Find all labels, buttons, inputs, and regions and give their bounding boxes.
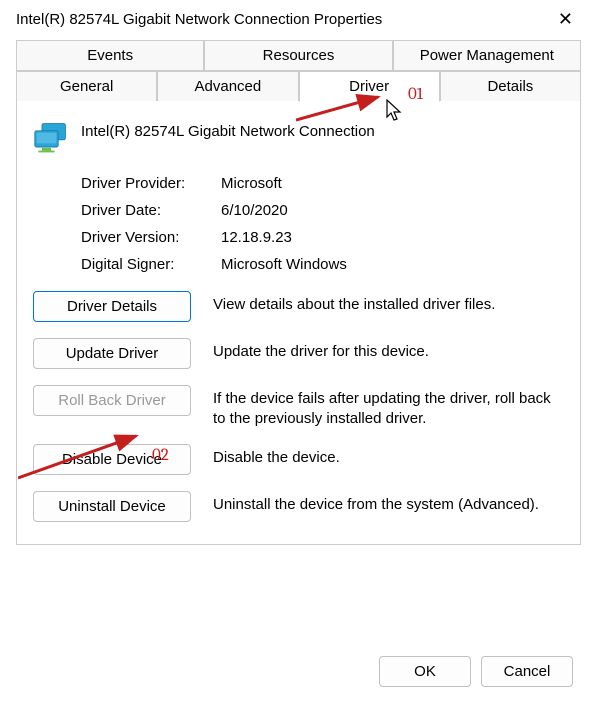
driver-provider-label: Driver Provider: [81,175,221,192]
tab-power-management[interactable]: Power Management [393,40,581,70]
roll-back-driver-desc: If the device fails after updating the d… [213,385,564,428]
tab-resources[interactable]: Resources [204,40,392,70]
close-icon[interactable]: ✕ [550,10,581,28]
uninstall-device-button[interactable]: Uninstall Device [33,491,191,522]
update-driver-button[interactable]: Update Driver [33,338,191,369]
driver-provider-value: Microsoft [221,175,282,192]
tab-general[interactable]: General [16,71,157,101]
driver-version-label: Driver Version: [81,229,221,246]
network-adapter-icon [33,123,69,153]
tab-details[interactable]: Details [440,71,581,101]
ok-button[interactable]: OK [379,656,471,687]
tab-driver[interactable]: Driver [299,71,440,102]
driver-details-desc: View details about the installed driver … [213,291,564,315]
digital-signer-value: Microsoft Windows [221,256,347,273]
driver-date-label: Driver Date: [81,202,221,219]
driver-details-button[interactable]: Driver Details [33,291,191,322]
disable-device-desc: Disable the device. [213,444,564,468]
disable-device-button[interactable]: Disable Device [33,444,191,475]
tab-panel-driver: Intel(R) 82574L Gigabit Network Connecti… [16,101,581,545]
update-driver-desc: Update the driver for this device. [213,338,564,362]
cancel-button[interactable]: Cancel [481,656,573,687]
tab-events[interactable]: Events [16,40,204,70]
tabs-container: Events Resources Power Management Genera… [16,40,581,545]
driver-version-value: 12.18.9.23 [221,229,292,246]
window-title: Intel(R) 82574L Gigabit Network Connecti… [16,11,382,28]
tab-advanced[interactable]: Advanced [157,71,298,101]
uninstall-device-desc: Uninstall the device from the system (Ad… [213,491,564,515]
driver-date-value: 6/10/2020 [221,202,288,219]
digital-signer-label: Digital Signer: [81,256,221,273]
roll-back-driver-button: Roll Back Driver [33,385,191,416]
driver-info: Driver Provider: Microsoft Driver Date: … [81,175,564,273]
device-name: Intel(R) 82574L Gigabit Network Connecti… [81,121,375,140]
